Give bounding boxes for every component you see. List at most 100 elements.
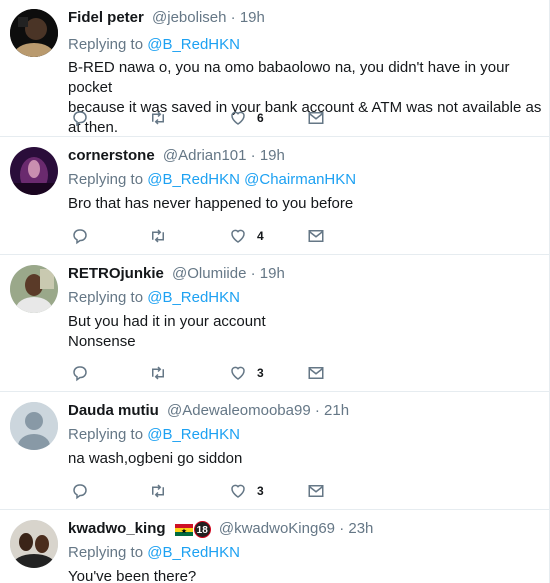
heart-icon [231,111,245,125]
avatar[interactable] [10,520,58,568]
reply-icon [73,229,87,245]
retweet-icon [152,229,164,243]
user-handle[interactable]: @Olumiide [172,265,246,282]
avatar[interactable] [10,265,58,313]
replying-to-label: Replying to [68,36,148,53]
replying-to-label: Replying to [68,544,148,561]
replying-to: Replying to @B_RedHKN [68,36,240,54]
user-handle[interactable]: @Adrian101 [163,147,247,164]
ghana-flag-icon [174,523,193,537]
tweet-text: Bro that has never happened to you befor… [68,194,548,214]
avatar[interactable] [10,9,58,57]
replying-to: Replying to @B_RedHKN [68,426,240,444]
mention-link[interactable]: @B_RedHKN [147,36,240,53]
separator: · [339,520,345,537]
tweet-header: cornerstone @Adrian101 · 19h [68,147,285,165]
tweet[interactable]: cornerstone @Adrian101 · 19h Replying to… [0,137,549,255]
tweet-header: kwadwo_king 18 @kwadwoKing69 · 23h [68,520,373,538]
display-name[interactable]: cornerstone [68,147,155,164]
reply-icon [73,366,87,382]
mention-link[interactable]: @ChairmanHKN [244,171,356,188]
envelope-icon [308,367,324,379]
timestamp[interactable]: 19h [240,9,265,26]
replying-to: Replying to @B_RedHKN @ChairmanHKN [68,171,356,189]
reply-icon [73,111,87,127]
mention-link[interactable]: @B_RedHKN [147,544,240,561]
tweet[interactable]: Fidel peter @jeboliseh · 19h Replying to… [0,0,549,137]
envelope-icon [308,112,324,124]
retweet-button[interactable] [149,108,167,128]
timestamp[interactable]: 21h [324,402,349,419]
heart-icon [231,366,245,380]
tweet-header: Dauda mutiu @Adewaleomooba99 · 21h [68,402,349,420]
user-handle[interactable]: @jeboliseh [152,9,226,26]
display-name[interactable]: Fidel peter [68,9,144,26]
tweet-text: You've been there? [68,567,548,583]
mention-link[interactable]: @B_RedHKN [147,426,240,443]
retweet-icon [152,111,164,125]
reply-button[interactable] [71,363,89,383]
dm-button[interactable] [307,108,325,128]
tweet-actions: 6 [68,108,388,128]
tweet-actions: 4 [68,226,388,246]
replying-to: Replying to @B_RedHKN [68,289,240,307]
heart-icon [231,229,245,243]
retweet-icon [152,366,164,380]
separator: · [250,147,256,164]
avatar[interactable] [10,402,58,450]
tweet-text: But you had it in your account Nonsense [68,312,548,352]
replying-to: Replying to @B_RedHKN [68,544,240,562]
retweet-button[interactable] [149,226,167,246]
like-count: 6 [257,111,264,125]
replying-to-label: Replying to [68,426,148,443]
tweet-actions: 3 [68,481,388,501]
like-count: 3 [257,484,264,498]
tweet[interactable]: Dauda mutiu @Adewaleomooba99 · 21h Reply… [0,392,549,510]
reply-icon [73,484,87,500]
tweet-text-line: Bro that has never happened to you befor… [68,195,354,212]
like-count: 3 [257,366,264,380]
user-handle[interactable]: @kwadwoKing69 [219,520,335,537]
tweet-text-line: na wash,ogbeni go siddon [68,450,243,467]
tweet-text-line: B-RED nawa o, you na omo babaolowo na, y… [68,59,510,96]
tweet-text-line: But you had it in your account [68,313,266,330]
avatar[interactable] [10,147,58,195]
mention-link[interactable]: @B_RedHKN [147,289,240,306]
replying-to-label: Replying to [68,171,148,188]
like-button[interactable]: 6 [229,108,264,128]
timestamp[interactable]: 23h [348,520,373,537]
separator: · [230,9,236,26]
tweet-text-line: Nonsense [68,333,136,350]
like-button[interactable]: 4 [229,226,264,246]
envelope-icon [308,485,324,497]
tweet-header: RETROjunkie @Olumiide · 19h [68,265,285,283]
tweet-actions: 3 [68,363,388,383]
reply-button[interactable] [71,108,89,128]
timestamp[interactable]: 19h [260,147,285,164]
tweet[interactable]: RETROjunkie @Olumiide · 19h Replying to … [0,255,549,392]
separator: · [314,402,320,419]
age-18-badge-icon: 18 [193,520,211,538]
tweet-header: Fidel peter @jeboliseh · 19h [68,9,265,27]
reply-button[interactable] [71,226,89,246]
like-button[interactable]: 3 [229,363,264,383]
reply-button[interactable] [71,481,89,501]
mention-link[interactable]: @B_RedHKN [147,171,240,188]
separator: · [250,265,256,282]
like-count: 4 [257,229,264,243]
user-handle[interactable]: @Adewaleomooba99 [167,402,311,419]
like-button[interactable]: 3 [229,481,264,501]
replying-to-label: Replying to [68,289,148,306]
display-name[interactable]: kwadwo_king [68,520,166,537]
timestamp[interactable]: 19h [260,265,285,282]
dm-button[interactable] [307,481,325,501]
dm-button[interactable] [307,363,325,383]
retweet-icon [152,484,164,498]
dm-button[interactable] [307,226,325,246]
tweet[interactable]: kwadwo_king 18 @kwadwoKing69 · 23h Reply… [0,510,549,583]
replies-timeline: Fidel peter @jeboliseh · 19h Replying to… [0,0,550,583]
retweet-button[interactable] [149,481,167,501]
display-name[interactable]: Dauda mutiu [68,402,159,419]
retweet-button[interactable] [149,363,167,383]
display-name[interactable]: RETROjunkie [68,265,164,282]
